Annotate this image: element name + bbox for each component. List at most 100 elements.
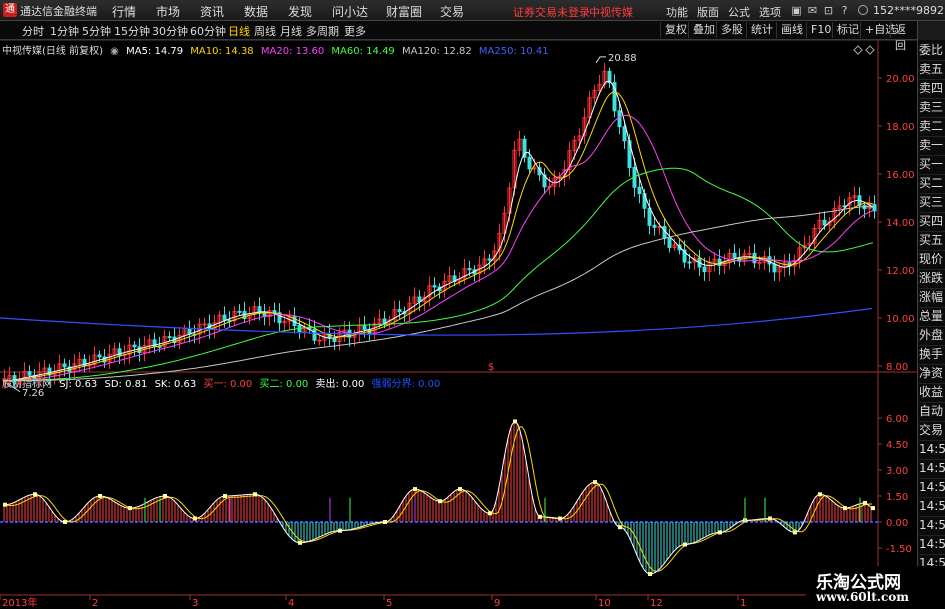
candle-body <box>822 219 827 226</box>
time-tick-label: 2 <box>92 598 98 609</box>
rpanel-item: 卖五 <box>919 59 945 80</box>
candle-body <box>27 371 32 376</box>
candle-body <box>317 339 322 342</box>
candle-body <box>757 261 762 264</box>
sd-line <box>3 426 873 572</box>
osc-point <box>718 530 722 535</box>
candle-body <box>97 354 102 358</box>
candle-body <box>62 363 67 368</box>
diamond-icon <box>853 45 863 55</box>
rpanel-item: 卖一 <box>919 135 945 156</box>
rpanel-item: 14:56 <box>919 534 945 555</box>
candle-body <box>687 261 692 264</box>
rpanel-item: 交易 <box>919 420 945 441</box>
osc-point <box>618 525 622 530</box>
rpanel-item: 14:56 <box>919 458 945 479</box>
high-marker <box>595 56 606 64</box>
candle-body <box>747 252 752 255</box>
candle-body <box>647 207 652 226</box>
osc-tick-label: 3.00 <box>886 466 908 477</box>
watermark-url: www.60lt.com <box>816 590 909 604</box>
price-tick-label: 12.00 <box>886 266 915 277</box>
rpanel-item: 14:56 <box>919 439 945 460</box>
osc-point <box>413 487 417 492</box>
osc-point <box>648 572 652 576</box>
candle-body <box>772 263 777 273</box>
rpanel-item: 总量 <box>919 306 945 327</box>
osc-point <box>513 419 517 424</box>
time-tick-label: 4 <box>288 598 294 609</box>
osc-point <box>3 502 7 507</box>
candle-body <box>667 237 672 248</box>
osc-point <box>253 492 257 497</box>
rpanel-item: 买五 <box>919 230 945 251</box>
candle-body <box>157 345 162 348</box>
rpanel-item: 涨幅 <box>919 287 945 308</box>
osc-point <box>793 530 797 535</box>
rpanel-item: 卖四 <box>919 78 945 99</box>
price-tick-label: 16.00 <box>886 170 915 181</box>
osc-tick-label: 1.50 <box>886 492 908 503</box>
sj-line <box>4 421 873 575</box>
candle-body <box>82 358 87 367</box>
rpanel-item: 净资 <box>919 363 945 384</box>
rpanel-item: 涨跌 <box>919 268 945 289</box>
candle-body <box>12 375 17 384</box>
price-tick-label: 20.00 <box>886 74 915 85</box>
candle-body <box>362 324 367 330</box>
osc-point <box>98 494 102 498</box>
kline-chart[interactable]: 20.0018.0016.0014.0012.0010.008.006.004.… <box>0 0 917 609</box>
rpanel-header <box>917 21 945 40</box>
candle-body <box>202 323 207 326</box>
rpanel-item: 换手 <box>919 344 945 365</box>
ma250-line <box>0 307 873 336</box>
osc-point <box>298 540 302 545</box>
diamond-icon <box>865 45 875 55</box>
price-tick-label: 14.00 <box>886 218 915 229</box>
osc-tick-label: 4.50 <box>886 440 908 451</box>
osc-point <box>438 499 442 504</box>
time-tick-label: 10 <box>598 598 611 609</box>
osc-point <box>843 506 847 511</box>
price-tick-label: 10.00 <box>886 314 915 325</box>
ma5-line <box>2 80 874 382</box>
candle-body <box>222 314 227 321</box>
low-price-label: 7.26 <box>22 388 44 399</box>
rpanel-item: 卖二 <box>919 116 945 137</box>
rpanel-item: 委比 <box>919 40 945 61</box>
osc-point <box>63 520 67 524</box>
rpanel-item: 买二 <box>919 173 945 194</box>
price-tick-label: 8.00 <box>886 362 908 373</box>
time-tick-label: 9 <box>494 598 500 609</box>
candle-body <box>137 346 142 354</box>
ma120-line <box>3 206 874 382</box>
candle-body <box>717 258 722 266</box>
osc-tick-label: 6.00 <box>886 414 908 425</box>
rpanel-item: 买三 <box>919 192 945 213</box>
ma60-line <box>3 167 874 382</box>
osc-point <box>538 514 542 519</box>
candle-body <box>432 285 437 288</box>
osc-point <box>818 492 822 497</box>
osc-point <box>683 542 687 547</box>
right-quote-panel: 委比 卖五 卖四 卖三 卖二 卖一 买一 买二 买三 买四 买五 现价 涨跌 涨幅 总量 外盘 换手 净资 收益 自动… <box>917 40 945 593</box>
rpanel-item: 外盘 <box>919 325 945 346</box>
candle-body <box>397 309 402 313</box>
time-tick-label: 2013年 <box>2 596 37 609</box>
time-tick-label: 1 <box>740 598 746 609</box>
candle-body <box>167 336 172 339</box>
ma20-line <box>3 114 874 382</box>
candle-body <box>652 224 657 228</box>
osc-point <box>128 506 132 511</box>
candle-body <box>527 156 532 170</box>
osc-point <box>593 480 597 485</box>
event-marker: $ <box>488 362 494 373</box>
rpanel-item: 14:56 <box>919 496 945 517</box>
osc-point <box>223 494 227 498</box>
candle-body <box>617 110 622 128</box>
osc-point <box>871 506 875 511</box>
time-tick-label: 3 <box>192 598 198 609</box>
candle-body <box>622 126 627 142</box>
osc-point <box>338 528 342 533</box>
osc-tick-label: -1.50 <box>886 544 912 555</box>
